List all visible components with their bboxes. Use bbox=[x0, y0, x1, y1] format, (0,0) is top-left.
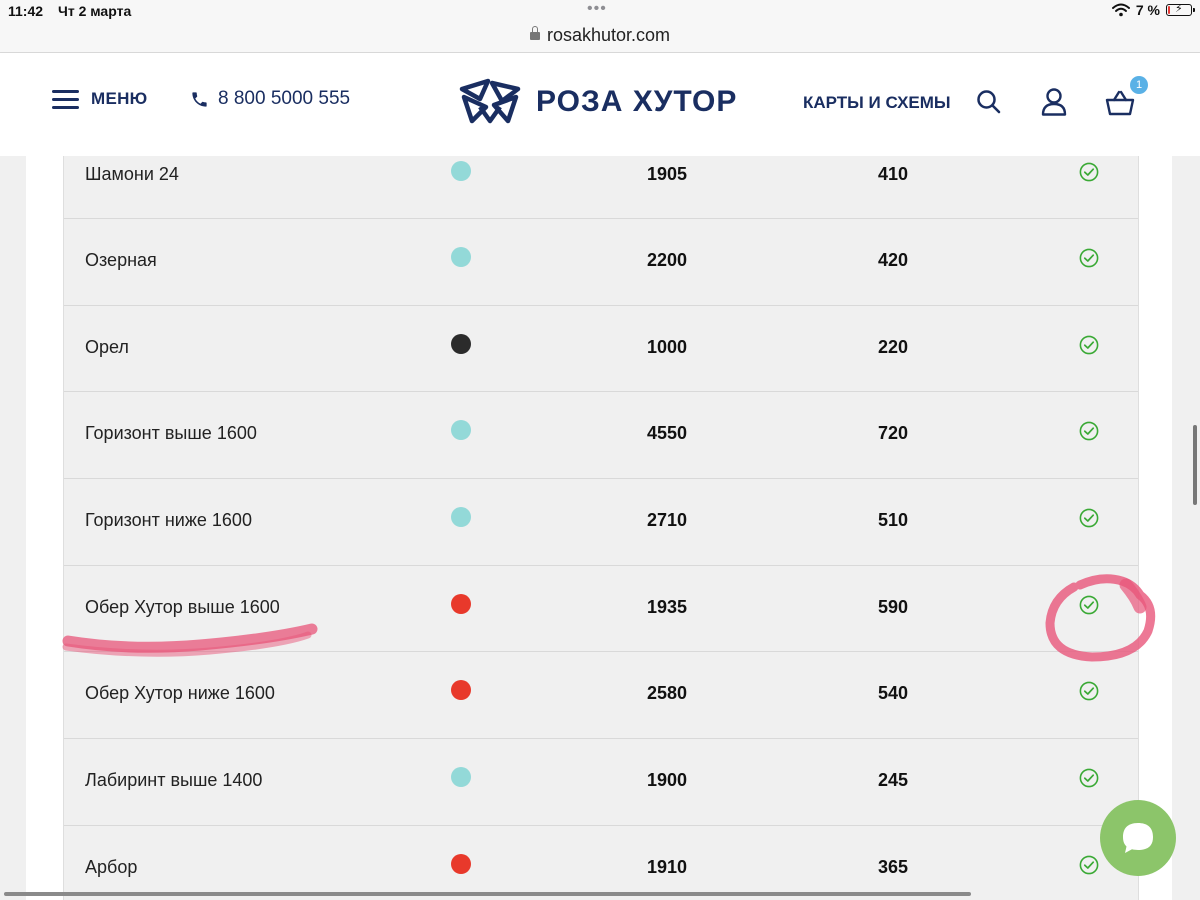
phone-icon bbox=[192, 91, 207, 107]
status-open-check-icon bbox=[1079, 162, 1099, 182]
trail-length: 2710 bbox=[647, 510, 688, 531]
site-header: МЕНЮ 8 800 5000 555 РОЗА ХУТОР КАРТЫ И С… bbox=[0, 53, 1200, 156]
logo-icon bbox=[459, 78, 521, 124]
phone-link[interactable]: 8 800 5000 555 bbox=[190, 88, 350, 110]
menu-label: МЕНЮ bbox=[91, 89, 148, 108]
trail-length: 2200 bbox=[647, 250, 688, 270]
status-open-check-icon bbox=[1079, 248, 1099, 268]
trail-name: Орел bbox=[85, 336, 129, 357]
trail-elevation-drop: 245 bbox=[878, 770, 909, 791]
lock-icon bbox=[529, 26, 540, 40]
page-content: Шамони 24 1905 410 Озерная 2200 420 Орел 1000 22… bbox=[0, 156, 1200, 900]
table-row: Шамони 24 1905 410 bbox=[64, 156, 1138, 219]
trail-elevation-drop: 410 bbox=[878, 164, 909, 184]
wifi-icon bbox=[1111, 3, 1130, 17]
trail-name: Арбор bbox=[85, 856, 138, 877]
logo-text: РОЗА ХУТОР bbox=[536, 85, 738, 118]
status-open-check-icon bbox=[1079, 682, 1099, 701]
multitasking-dots-icon[interactable]: ••• bbox=[587, 0, 607, 18]
status-open-check-icon bbox=[1079, 335, 1099, 355]
trail-length: 1000 bbox=[647, 336, 688, 357]
table-row: Арбор 1910 365 bbox=[64, 826, 1138, 900]
trail-elevation-drop: 590 bbox=[878, 596, 909, 617]
difficulty-dot-icon bbox=[451, 161, 471, 181]
url-display[interactable]: rosakhutor.com bbox=[0, 25, 1200, 46]
status-date: Чт 2 марта bbox=[58, 3, 132, 19]
hamburger-icon bbox=[52, 89, 79, 109]
status-open-check-icon bbox=[1079, 421, 1099, 441]
difficulty-dot-icon bbox=[451, 420, 471, 441]
browser-address-bar[interactable]: rosakhutor.com bbox=[0, 22, 1200, 53]
difficulty-dot-icon bbox=[451, 853, 471, 874]
table-row: Обер Хутор выше 1600 1935 590 bbox=[64, 566, 1138, 653]
trail-elevation-drop: 220 bbox=[878, 336, 909, 357]
status-open-check-icon bbox=[1079, 768, 1099, 788]
trail-name: Горизонт ниже 1600 bbox=[85, 510, 252, 531]
table-row: Озерная 2200 420 bbox=[64, 219, 1138, 306]
chat-bubble-icon bbox=[1123, 823, 1153, 853]
difficulty-dot-icon bbox=[451, 593, 471, 614]
menu-button[interactable]: МЕНЮ bbox=[52, 89, 148, 109]
status-time: 11:42 bbox=[8, 3, 44, 19]
horizontal-scrollbar[interactable] bbox=[4, 892, 971, 896]
trail-name: Лабиринт выше 1400 bbox=[85, 770, 263, 791]
site-logo[interactable]: РОЗА ХУТОР bbox=[458, 77, 737, 127]
url-text: rosakhutor.com bbox=[546, 25, 671, 45]
trail-elevation-drop: 720 bbox=[878, 423, 909, 444]
table-row: Орел 1000 220 bbox=[64, 306, 1138, 393]
trail-name: Обер Хутор ниже 1600 bbox=[85, 683, 275, 704]
trail-name: Обер Хутор выше 1600 bbox=[85, 596, 280, 617]
table-row: Лабиринт выше 1400 1900 245 bbox=[64, 739, 1138, 826]
trail-name: Горизонт выше 1600 bbox=[85, 423, 257, 444]
trail-elevation-drop: 365 bbox=[878, 856, 909, 877]
table-row: Обер Хутор ниже 1600 2580 540 bbox=[64, 652, 1138, 740]
table-row: Горизонт ниже 1600 2710 510 bbox=[64, 479, 1138, 566]
phone-number: 8 800 5000 555 bbox=[218, 88, 351, 109]
maps-link[interactable]: КАРТЫ И СХЕМЫ bbox=[803, 93, 951, 113]
trails-table: Шамони 24 1905 410 Озерная 2200 420 Орел 1000 22… bbox=[63, 156, 1139, 900]
status-open-check-icon bbox=[1079, 508, 1099, 528]
difficulty-dot-icon bbox=[451, 767, 471, 788]
status-indicators: 7 % ⚡ bbox=[1111, 2, 1195, 18]
status-bar: 11:42 Чт 2 марта ••• 7 % ⚡ bbox=[0, 0, 1200, 22]
cart-icon[interactable] bbox=[1105, 90, 1135, 116]
vertical-scrollbar[interactable] bbox=[1193, 425, 1197, 505]
trail-length: 4550 bbox=[647, 423, 688, 444]
status-open-check-icon bbox=[1079, 595, 1099, 615]
trail-length: 1910 bbox=[647, 856, 688, 877]
trail-elevation-drop: 420 bbox=[878, 250, 909, 270]
trail-length: 1900 bbox=[647, 770, 688, 791]
status-open-check-icon bbox=[1079, 855, 1099, 875]
table-row: Горизонт выше 1600 4550 720 bbox=[64, 392, 1138, 480]
difficulty-dot-icon bbox=[451, 507, 471, 528]
search-icon[interactable] bbox=[976, 89, 1001, 114]
battery-charging-icon: ⚡ bbox=[1166, 3, 1195, 16]
battery-percent: 7 % bbox=[1135, 2, 1160, 18]
trail-length: 2580 bbox=[647, 683, 688, 704]
difficulty-dot-icon bbox=[451, 247, 471, 267]
difficulty-dot-icon bbox=[451, 680, 471, 701]
user-icon[interactable] bbox=[1041, 88, 1067, 116]
trail-name: Озерная bbox=[85, 250, 157, 270]
difficulty-dot-icon bbox=[451, 333, 471, 354]
trail-name: Шамони 24 bbox=[85, 164, 179, 184]
trail-elevation-drop: 510 bbox=[878, 510, 909, 531]
trail-elevation-drop: 540 bbox=[878, 683, 909, 704]
trail-length: 1935 bbox=[647, 596, 688, 617]
cart-count-badge: 1 bbox=[1130, 76, 1148, 94]
trail-length: 1905 bbox=[647, 164, 688, 184]
chat-button[interactable] bbox=[1100, 800, 1176, 876]
